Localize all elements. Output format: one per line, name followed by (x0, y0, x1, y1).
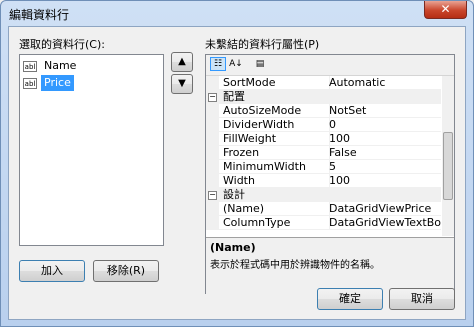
close-button[interactable]: ✕ (424, 1, 467, 19)
category-name: 配置 (223, 90, 245, 103)
dialog-client-area: 選取的資料行(C): abl Name abl Price ▲ ▼ 加入 移除(R)… (8, 26, 466, 320)
property-name: Width (219, 174, 330, 188)
property-name: MinimumWidth (219, 160, 330, 174)
textbox-column-icon: abl (23, 77, 37, 89)
ok-button[interactable]: 確定 (317, 288, 383, 310)
property-value[interactable]: DataGridViewPrice (326, 202, 441, 216)
property-help-pane: (Name) 表示於程式碼中用於辨識物件的名稱。 (206, 237, 454, 294)
property-value[interactable]: DataGridViewTextBoxColu (326, 216, 441, 230)
property-row[interactable]: Frozen False (206, 146, 441, 160)
collapse-icon[interactable]: − (208, 191, 217, 200)
property-value[interactable]: 100 (326, 132, 441, 146)
list-item-label: Name (44, 59, 77, 72)
title-bar: 編輯資料行 ✕ (1, 1, 473, 25)
alphabetical-sort-icon[interactable]: A↓ (228, 57, 244, 71)
property-row[interactable]: FillWeight 100 (206, 132, 441, 146)
property-value[interactable]: 5 (326, 160, 441, 174)
categorized-view-icon[interactable]: ☷ (210, 57, 226, 71)
property-grid-toolbar: ☷ A↓ ▤ (206, 55, 454, 76)
list-item[interactable]: abl Price (23, 75, 74, 91)
window-title: 編輯資料行 (9, 8, 70, 22)
category-row-design[interactable]: − 設計 (206, 188, 441, 202)
scrollbar-thumb[interactable] (443, 132, 453, 200)
cancel-button[interactable]: 取消 (389, 288, 455, 310)
property-row[interactable]: DividerWidth 0 (206, 118, 441, 132)
property-value[interactable]: NotSet (326, 104, 441, 118)
list-item-label: Price (41, 75, 74, 91)
property-row[interactable]: AutoSizeMode NotSet (206, 104, 441, 118)
category-name: 設計 (223, 188, 245, 201)
property-name: (Name) (219, 202, 330, 216)
property-pages-icon[interactable]: ▤ (252, 57, 268, 71)
edit-columns-dialog: 編輯資料行 ✕ 選取的資料行(C): abl Name abl Price ▲ ▼ … (0, 0, 474, 327)
property-name: AutoSizeMode (219, 104, 330, 118)
property-name: FillWeight (219, 132, 330, 146)
property-name: Frozen (219, 146, 330, 160)
category-row-layout[interactable]: − 配置 (206, 90, 441, 104)
property-value[interactable]: 0 (326, 118, 441, 132)
property-grid: ☷ A↓ ▤ SortMode Automatic − 配置 AutoSizeM… (205, 54, 455, 294)
property-grid-scrollbar[interactable] (442, 76, 454, 236)
list-item[interactable]: abl Name (23, 58, 79, 74)
property-row[interactable]: (Name) DataGridViewPrice (206, 202, 441, 216)
help-title: (Name) (210, 241, 256, 254)
property-name: SortMode (219, 76, 330, 90)
property-row[interactable]: Width 100 (206, 174, 441, 188)
property-rows: SortMode Automatic − 配置 AutoSizeMode Not… (206, 76, 441, 236)
move-down-button[interactable]: ▼ (171, 74, 193, 94)
properties-label: 未繫結的資料行屬性(P) (205, 38, 320, 51)
property-name: ColumnType (219, 216, 330, 230)
property-value[interactable]: Automatic (326, 76, 441, 90)
property-value[interactable]: False (326, 146, 441, 160)
property-row[interactable]: SortMode Automatic (206, 76, 441, 90)
selected-columns-label: 選取的資料行(C): (19, 38, 105, 51)
property-name: DividerWidth (219, 118, 330, 132)
property-row[interactable]: ColumnType DataGridViewTextBoxColu (206, 216, 441, 230)
add-button[interactable]: 加入 (19, 260, 85, 282)
move-up-button[interactable]: ▲ (171, 52, 193, 72)
selected-columns-list[interactable]: abl Name abl Price (19, 54, 164, 246)
help-description: 表示於程式碼中用於辨識物件的名稱。 (210, 260, 380, 271)
property-value[interactable]: 100 (326, 174, 441, 188)
remove-button[interactable]: 移除(R) (93, 260, 159, 282)
textbox-column-icon: abl (23, 60, 37, 72)
collapse-icon[interactable]: − (208, 93, 217, 102)
property-row[interactable]: MinimumWidth 5 (206, 160, 441, 174)
